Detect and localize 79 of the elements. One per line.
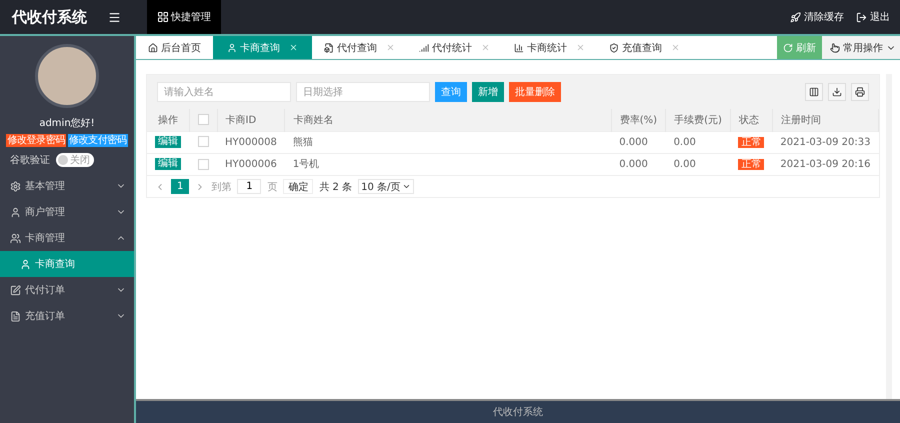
- table-cell: 0.000: [619, 136, 648, 148]
- date-input[interactable]: 日期选择: [296, 82, 430, 102]
- table-cell: 0.000: [619, 158, 648, 170]
- table-cell: 0.00: [674, 158, 696, 170]
- confirm-button[interactable]: 确定: [283, 179, 314, 194]
- menu-icon[interactable]: [108, 10, 121, 24]
- quick-menu-label: 快捷管理: [171, 10, 211, 24]
- page-input[interactable]: 1: [237, 179, 262, 194]
- header-link[interactable]: 退出: [856, 10, 890, 24]
- edit-button[interactable]: 编辑: [155, 158, 181, 170]
- download-icon: [832, 87, 842, 97]
- users-icon: [10, 232, 21, 244]
- close-icon[interactable]: [481, 43, 490, 52]
- user-icon: [20, 258, 31, 270]
- google-auth-label: 谷歌验证: [10, 154, 50, 167]
- caret-icon: [402, 182, 412, 191]
- menu-item[interactable]: 卡商管理: [0, 225, 134, 251]
- refresh-icon: [783, 42, 793, 52]
- export-button[interactable]: [828, 83, 846, 101]
- header-link[interactable]: 清除缓存: [790, 10, 844, 24]
- table-cell: HY000008: [225, 136, 277, 148]
- gear-icon: [10, 180, 21, 192]
- table-cell: 2021-03-09 20:16: [780, 158, 870, 170]
- column-header: 操作: [147, 109, 189, 131]
- edit-button[interactable]: 编辑: [155, 136, 181, 148]
- page-button[interactable]: 1: [171, 179, 190, 194]
- menu-item[interactable]: 充值订单: [0, 303, 134, 329]
- column-header: 手续费(元): [666, 109, 730, 131]
- footer-text: 代收付系统: [136, 399, 900, 423]
- print-icon: [855, 87, 865, 97]
- menu-item[interactable]: 代付订单: [0, 277, 134, 303]
- column-header: 注册时间: [772, 109, 878, 131]
- checkbox[interactable]: [198, 136, 208, 148]
- document-icon: [10, 310, 21, 322]
- status-tag: 正常: [738, 137, 764, 148]
- common-ops-dropdown[interactable]: 常用操作: [822, 36, 900, 59]
- submenu-item[interactable]: 卡商查询: [0, 251, 134, 277]
- rocket-icon: [790, 12, 801, 22]
- close-icon[interactable]: [576, 43, 585, 52]
- close-icon[interactable]: [386, 43, 395, 52]
- user-icon: [227, 42, 237, 52]
- signal-icon: [419, 42, 429, 52]
- print-button[interactable]: [851, 83, 869, 101]
- logout-icon: [856, 12, 867, 22]
- table-cell: 2021-03-09 20:33: [780, 136, 870, 148]
- user-icon: [10, 206, 21, 218]
- greeting: admin您好!: [38, 117, 96, 130]
- close-icon[interactable]: [671, 43, 680, 52]
- columns-button[interactable]: [805, 83, 823, 101]
- status-tag: 正常: [738, 159, 764, 170]
- column-header: 费率(%): [611, 109, 666, 131]
- table-cell: HY000006: [225, 158, 277, 170]
- tab[interactable]: 卡商查询: [213, 36, 312, 59]
- menu-item[interactable]: 基本管理: [0, 173, 134, 199]
- table-cell: 1号机: [292, 159, 320, 170]
- name-input[interactable]: 请输入姓名: [157, 82, 291, 102]
- total-count: 共 2 条: [319, 180, 352, 194]
- edit-icon: [10, 284, 21, 296]
- toolbar-button[interactable]: 新增: [472, 82, 504, 102]
- column-header: 状态: [730, 109, 772, 131]
- menu-item[interactable]: 商户管理: [0, 199, 134, 225]
- goto-label: 到第: [211, 180, 232, 194]
- table-cell: 熊猫: [292, 137, 313, 148]
- shield-check-icon: [609, 42, 619, 52]
- table-cell: 0.00: [674, 136, 696, 148]
- home-icon: [148, 42, 158, 52]
- quick-menu[interactable]: 快捷管理: [147, 0, 221, 34]
- columns-icon: [809, 87, 819, 97]
- page-size-select[interactable]: 10 条/页: [358, 179, 414, 194]
- column-header: 卡商姓名: [284, 109, 612, 131]
- document-icon: [324, 42, 334, 52]
- grid-icon: [157, 11, 169, 23]
- app-title: 代收付系统: [10, 8, 88, 26]
- page-unit-label: 页: [267, 180, 278, 194]
- checkbox[interactable]: [198, 114, 208, 126]
- bar-chart-icon: [514, 42, 524, 52]
- hand-pointer-icon: [830, 42, 840, 52]
- column-header: 卡商ID: [217, 109, 285, 131]
- checkbox[interactable]: [198, 158, 208, 170]
